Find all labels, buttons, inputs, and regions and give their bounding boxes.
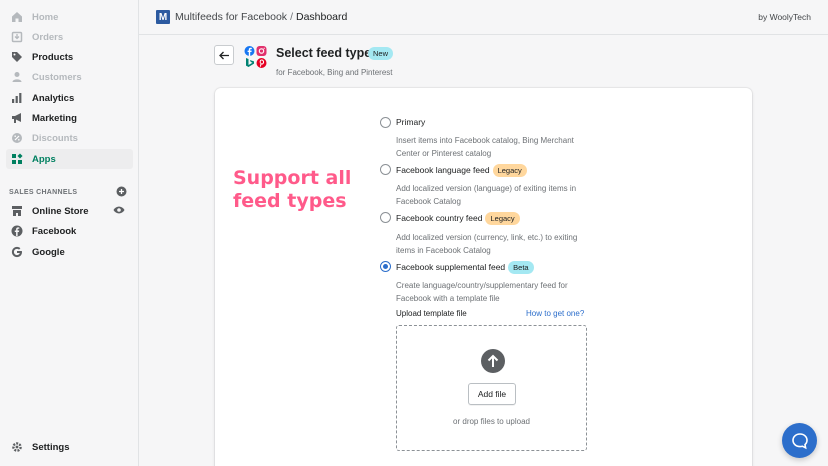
- breadcrumb-page: Dashboard: [295, 11, 348, 23]
- home-icon: [11, 11, 23, 23]
- radio-language-feed[interactable]: [380, 164, 391, 175]
- breadcrumb-app[interactable]: Multifeeds for Facebook: [175, 11, 287, 23]
- sidebar-item-google[interactable]: Google: [6, 242, 133, 262]
- page-subtitle: for Facebook, Bing and Pinterest: [276, 68, 393, 77]
- sidebar-item-marketing[interactable]: Marketing: [6, 108, 133, 128]
- app-logo: M: [156, 10, 170, 24]
- option-label: Facebook language feed Legacy: [396, 164, 527, 177]
- sidebar-item-orders[interactable]: Orders: [6, 27, 133, 47]
- option-label: Facebook country feed Legacy: [396, 212, 520, 225]
- sidebar-item-settings[interactable]: Settings: [6, 437, 133, 457]
- sidebar-item-products[interactable]: Products: [6, 47, 133, 67]
- upload-arrow-icon: [481, 349, 505, 373]
- bing-logo-icon: [246, 58, 254, 67]
- sidebar-item-label: Customers: [32, 71, 82, 83]
- sales-channels-label: SALES CHANNELS: [9, 189, 78, 196]
- legacy-badge: Legacy: [485, 212, 520, 225]
- sidebar-item-label: Apps: [32, 153, 56, 165]
- option-label: Facebook supplemental feed Beta: [396, 261, 534, 274]
- company-name: by WoolyTech: [758, 12, 811, 22]
- sidebar-item-label: Facebook: [32, 225, 77, 237]
- radio-supplemental-feed[interactable]: [380, 261, 391, 272]
- option-description: Add localized version (currency, link, e…: [396, 233, 578, 255]
- megaphone-icon: [11, 112, 23, 124]
- beta-badge: Beta: [508, 261, 534, 274]
- orders-icon: [11, 31, 23, 43]
- add-channel-icon[interactable]: [116, 186, 127, 199]
- radio-primary[interactable]: [380, 117, 391, 128]
- arrow-left-icon: [218, 51, 229, 59]
- drop-hint: or drop files to upload: [453, 417, 530, 426]
- sidebar-item-label: Google: [32, 246, 65, 258]
- sidebar-item-label: Discounts: [32, 132, 78, 144]
- sidebar-item-analytics[interactable]: Analytics: [6, 88, 133, 108]
- page-title: Select feed type New: [276, 46, 394, 60]
- pinterest-logo-icon: [256, 58, 267, 68]
- sidebar-item-label: Products: [32, 51, 74, 63]
- sidebar-item-facebook[interactable]: Facebook: [6, 221, 133, 241]
- sidebar-item-label: Home: [32, 11, 59, 23]
- sales-channels-heading: SALES CHANNELS: [9, 186, 127, 199]
- sidebar-item-customers[interactable]: Customers: [6, 67, 133, 87]
- option-label: Primary: [396, 117, 425, 127]
- sidebar-item-home[interactable]: Home: [6, 7, 133, 27]
- option-description: Create language/country/supplementary fe…: [396, 281, 568, 303]
- breadcrumb-separator: /: [290, 11, 293, 23]
- person-icon: [11, 71, 23, 83]
- page-title-text: Select feed type: [276, 46, 372, 60]
- top-bar: M Multifeeds for Facebook / Dashboard by W…: [139, 0, 828, 35]
- add-file-button[interactable]: Add file: [468, 383, 516, 405]
- sidebar-item-apps[interactable]: Apps: [6, 149, 133, 169]
- file-dropzone[interactable]: Add file or drop files to upload: [396, 325, 587, 451]
- gear-icon: [11, 441, 23, 453]
- how-to-get-link[interactable]: How to get one?: [526, 309, 584, 318]
- option-description: Add localized version (language) of exit…: [396, 184, 577, 206]
- facebook-logo-icon: [244, 46, 255, 56]
- instagram-logo-icon: [256, 46, 267, 56]
- promo-text: Support all feed types: [233, 167, 351, 213]
- sidebar-item-label: Marketing: [32, 112, 77, 124]
- bar-chart-icon: [11, 92, 23, 104]
- chat-bubble-icon: [791, 432, 808, 449]
- promo-line-1: Support all: [233, 167, 352, 189]
- tag-icon: [11, 51, 23, 63]
- sidebar-item-label: Online Store: [32, 205, 89, 217]
- sidebar-item-label: Analytics: [32, 92, 75, 104]
- sidebar-item-online-store[interactable]: Online Store: [6, 201, 133, 221]
- discount-icon: [11, 132, 23, 144]
- option-description: Insert items into Facebook catalog, Bing…: [396, 136, 574, 158]
- google-icon: [11, 246, 23, 258]
- apps-icon: [11, 153, 23, 165]
- promo-line-2: feed types: [233, 190, 347, 212]
- sidebar-item-label: Settings: [32, 441, 70, 453]
- upload-template-label: Upload template file: [396, 309, 467, 318]
- store-icon: [11, 205, 23, 217]
- social-icons-cluster: [244, 45, 268, 69]
- sidebar-item-label: Orders: [32, 31, 64, 43]
- sidebar: Home Orders Products Customers Analytics…: [0, 0, 139, 466]
- option-label-text: Facebook supplemental feed: [396, 261, 506, 272]
- facebook-icon: [11, 225, 23, 237]
- breadcrumb: Multifeeds for Facebook / Dashboard: [175, 11, 347, 23]
- new-badge: New: [368, 47, 394, 60]
- chat-support-button[interactable]: [782, 423, 817, 458]
- legacy-badge: Legacy: [492, 164, 527, 177]
- radio-country-feed[interactable]: [380, 212, 391, 223]
- back-button[interactable]: [214, 45, 234, 65]
- sidebar-item-discounts[interactable]: Discounts: [6, 128, 133, 148]
- eye-icon[interactable]: [113, 205, 125, 218]
- option-label-text: Facebook language feed: [396, 164, 490, 175]
- option-label-text: Primary: [396, 117, 426, 127]
- option-label-text: Facebook country feed: [396, 212, 483, 223]
